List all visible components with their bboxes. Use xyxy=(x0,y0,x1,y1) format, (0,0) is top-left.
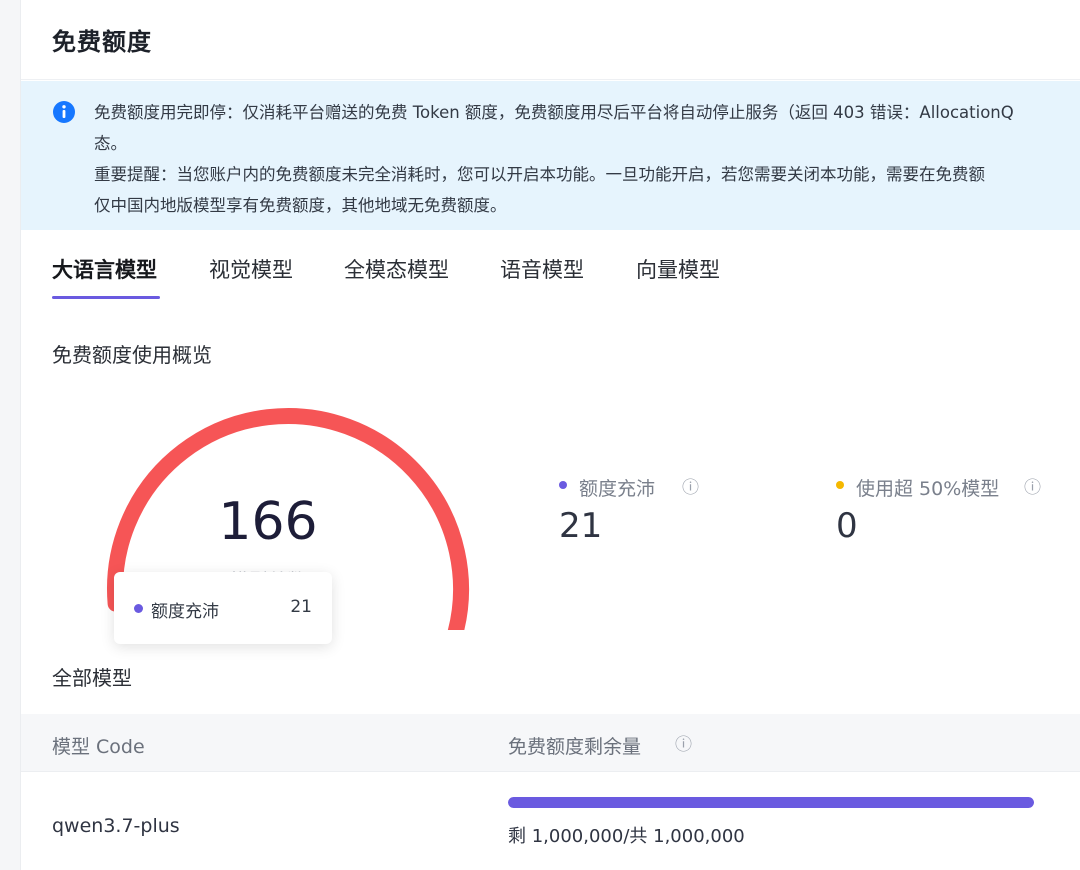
stat-value: 21 xyxy=(559,506,603,546)
stat-label: 额度充沛 xyxy=(579,478,656,500)
notice-banner: 免费额度用完即停：仅消耗平台赠送的免费 Token 额度，免费额度用尽后平台将自… xyxy=(21,81,1080,230)
tab-omni[interactable]: 全模态模型 xyxy=(344,254,449,300)
tooltip-value: 21 xyxy=(290,597,312,617)
free-quota-page: 免费额度 免费额度用完即停：仅消耗平台赠送的免费 Token 额度，免费额度用尽… xyxy=(21,0,1080,870)
stat-value: 0 xyxy=(836,506,858,546)
notice-line: 态。 xyxy=(94,134,127,153)
stat-over-50: 使用超 50%模型 ⓘ 0 xyxy=(836,474,1076,554)
tab-speech[interactable]: 语音模型 xyxy=(500,254,584,300)
tab-embedding[interactable]: 向量模型 xyxy=(636,254,720,300)
tab-llm[interactable]: 大语言模型 xyxy=(52,254,157,300)
page-title: 免费额度 xyxy=(52,28,152,56)
info-circle-icon[interactable]: ⓘ xyxy=(1024,473,1041,498)
tab-vision[interactable]: 视觉模型 xyxy=(209,254,293,300)
stat-ample: 额度充沛 ⓘ 21 xyxy=(559,474,759,554)
stat-label: 使用超 50%模型 xyxy=(856,478,1000,500)
model-type-tabs: 大语言模型 视觉模型 全模态模型 语音模型 向量模型 xyxy=(21,230,1080,302)
notice-line: 仅中国内地版模型享有免费额度，其他地域无免费额度。 xyxy=(94,196,507,215)
info-icon xyxy=(53,101,75,123)
info-circle-icon[interactable]: ⓘ xyxy=(682,473,699,498)
info-circle-icon[interactable]: ⓘ xyxy=(675,730,692,755)
column-header-code: 模型 Code xyxy=(52,736,145,758)
active-tab-indicator xyxy=(52,296,160,299)
quota-progress-bar xyxy=(508,797,1034,808)
stat-dot xyxy=(559,481,567,489)
quota-progress-fill xyxy=(508,797,1034,808)
quota-remaining-text: 剩 1,000,000/共 1,000,000 xyxy=(508,826,745,847)
page-header: 免费额度 xyxy=(21,0,1080,80)
left-rail xyxy=(0,0,21,870)
notice-text: 免费额度用完即停：仅消耗平台赠送的免费 Token 额度，免费额度用尽后平台将自… xyxy=(94,97,1080,221)
stat-dot xyxy=(836,481,844,489)
tooltip-label: 额度充沛 xyxy=(151,602,219,622)
notice-line: 免费额度用完即停：仅消耗平台赠送的免费 Token 额度，免费额度用尽后平台将自… xyxy=(94,103,1014,122)
model-code[interactable]: qwen3.7-plus xyxy=(52,815,180,837)
gauge-total: 166 xyxy=(218,492,318,552)
overview-title: 免费额度使用概览 xyxy=(52,343,212,367)
column-header-remaining: 免费额度剩余量 xyxy=(508,736,642,758)
gauge-tooltip: 额度充沛 21 xyxy=(114,572,332,644)
notice-line: 重要提醒：当您账户内的免费额度未完全消耗时，您可以开启本功能。一旦功能开启，若您… xyxy=(94,165,985,184)
models-table-header: 模型 Code 免费额度剩余量 ⓘ xyxy=(21,714,1080,772)
models-title: 全部模型 xyxy=(52,666,132,690)
tooltip-legend-dot xyxy=(134,604,143,613)
